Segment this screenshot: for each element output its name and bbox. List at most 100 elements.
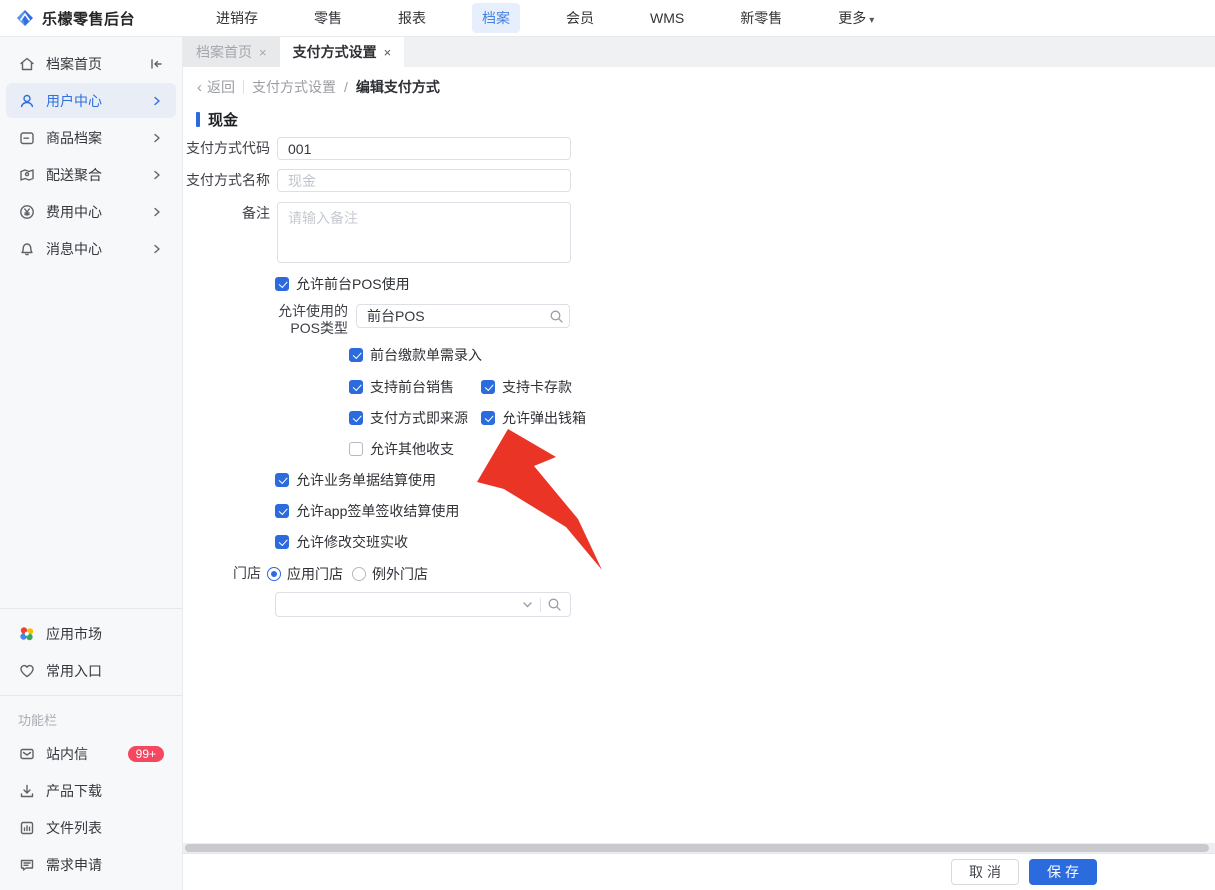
breadcrumb-separator: / (344, 79, 348, 95)
checkbox-business-settle[interactable]: 允许业务单据结算使用 (275, 471, 436, 489)
sidebar-item-expense-center[interactable]: 费用中心 (6, 194, 176, 229)
pos-type-input[interactable] (356, 304, 570, 328)
nav-item-member[interactable]: 会员 (556, 3, 604, 33)
checkbox-payment-entry[interactable]: 前台缴款单需录入 (349, 346, 482, 364)
checkbox-front-sale[interactable]: 支持前台销售 (349, 378, 454, 396)
app-title: 乐檬零售后台 (42, 10, 136, 28)
horizontal-scrollbar[interactable] (183, 843, 1215, 853)
collapse-sidebar-icon[interactable] (148, 56, 164, 72)
nav-item-report[interactable]: 报表 (388, 3, 436, 33)
sidebar-item-archive-home[interactable]: 档案首页 (6, 46, 176, 81)
checkbox-popup-cashbox[interactable]: 允许弹出钱箱 (481, 409, 586, 427)
store-label: 门店 (233, 565, 261, 581)
tab-archive-home[interactable]: 档案首页 × (183, 37, 280, 67)
sidebar-item-label: 消息中心 (46, 240, 102, 257)
checkbox-label: 允许修改交班实收 (296, 534, 408, 550)
nav-item-retail[interactable]: 零售 (304, 3, 352, 33)
sidebar-item-label: 需求申请 (46, 856, 102, 873)
nav-item-wms[interactable]: WMS (640, 5, 694, 31)
section-title: 现金 (208, 112, 239, 129)
sidebar-item-request[interactable]: 需求申请 (6, 847, 176, 882)
checkbox-icon[interactable] (481, 380, 495, 394)
radio-exception-store[interactable]: 例外门店 (352, 564, 428, 584)
sidebar-item-product-download[interactable]: 产品下载 (6, 773, 176, 808)
chevron-down-icon[interactable] (521, 598, 534, 611)
chevron-left-icon: ‹ (197, 78, 202, 96)
breadcrumb: ‹ 返回 支付方式设置 / 编辑支付方式 (197, 77, 440, 97)
page-title: 编辑支付方式 (355, 79, 440, 95)
radio-label: 例外门店 (372, 566, 428, 582)
nav-item-archive[interactable]: 档案 (472, 3, 520, 33)
request-comment-icon (20, 859, 34, 871)
topbar: 乐檬零售后台 进销存 零售 报表 档案 会员 WMS 新零售 更多 ▾ (0, 0, 1215, 37)
sidebar-item-user-center[interactable]: 用户中心 (6, 83, 176, 118)
expense-yen-icon (20, 204, 34, 219)
back-button[interactable]: ‹ 返回 (197, 77, 235, 97)
app-logo[interactable]: 乐檬零售后台 (16, 8, 184, 29)
cancel-button[interactable]: 取消 (951, 859, 1019, 885)
sidebar-item-favorites[interactable]: 常用入口 (6, 653, 176, 688)
store-select[interactable] (275, 592, 571, 617)
checkbox-other-income[interactable]: 允许其他收支 (349, 440, 454, 458)
checkbox-label: 允许app签单签收结算使用 (296, 503, 460, 519)
breadcrumb-parent[interactable]: 支付方式设置 (252, 77, 336, 97)
sidebar-item-label: 文件列表 (46, 819, 102, 836)
sidebar-item-goods-archive[interactable]: 商品档案 (6, 120, 176, 155)
payment-code-input[interactable] (277, 137, 571, 160)
app-market-icon (20, 626, 34, 640)
sidebar-item-delivery[interactable]: 配送聚合 (6, 157, 176, 192)
chevron-right-icon (150, 131, 164, 145)
top-navigation: 进销存 零售 报表 档案 会员 WMS 新零售 更多 ▾ (206, 3, 884, 33)
checkbox-icon[interactable] (349, 442, 363, 456)
checkbox-icon[interactable] (275, 504, 289, 518)
radio-icon[interactable] (352, 567, 366, 581)
sidebar-item-message-center[interactable]: 消息中心 (6, 231, 176, 266)
nav-item-more[interactable]: 更多 ▾ (828, 3, 884, 33)
code-field-label: 支付方式代码 (186, 140, 270, 156)
checkbox-icon[interactable] (349, 411, 363, 425)
sidebar-item-app-market[interactable]: 应用市场 (6, 616, 176, 651)
chevron-right-icon (150, 94, 164, 108)
checkbox-app-sign-settle[interactable]: 允许app签单签收结算使用 (275, 502, 459, 520)
tab-payment-settings[interactable]: 支付方式设置 × (279, 37, 405, 67)
sidebar-item-inbox[interactable]: 站内信 99+ (6, 736, 176, 771)
radio-icon[interactable] (267, 567, 281, 581)
section-accent-bar (196, 112, 200, 127)
checkbox-icon[interactable] (349, 380, 363, 394)
scrollbar-thumb[interactable] (185, 844, 1209, 852)
footer-actions: 取消 保存 (183, 853, 1215, 890)
close-icon[interactable]: × (384, 45, 392, 60)
checkbox-payment-source[interactable]: 支付方式即来源 (349, 409, 468, 427)
checkbox-label: 允许业务单据结算使用 (296, 472, 436, 488)
sidebar-item-file-list[interactable]: 文件列表 (6, 810, 176, 845)
checkbox-modify-shift[interactable]: 允许修改交班实收 (275, 533, 408, 551)
nav-item-new-retail[interactable]: 新零售 (730, 3, 792, 33)
nav-item-purchase[interactable]: 进销存 (206, 3, 268, 33)
payment-name-input[interactable] (277, 169, 571, 192)
save-button[interactable]: 保存 (1029, 859, 1097, 885)
search-icon[interactable] (547, 597, 562, 612)
tab-label: 档案首页 (196, 44, 252, 60)
payment-edit-form: ‹ 返回 支付方式设置 / 编辑支付方式 现金 支付方式代码 支付方式名称 备注 (183, 67, 1215, 843)
checkbox-icon[interactable] (275, 277, 289, 291)
checkbox-icon[interactable] (275, 535, 289, 549)
search-icon[interactable] (549, 309, 564, 324)
close-icon[interactable]: × (259, 45, 267, 60)
chevron-right-icon (150, 205, 164, 219)
checkbox-icon[interactable] (481, 411, 495, 425)
remark-textarea[interactable] (277, 202, 571, 263)
checkbox-allow-pos-use[interactable]: 允许前台POS使用 (275, 275, 410, 293)
checkbox-label: 支持卡存款 (502, 379, 572, 395)
section-header: 现金 (196, 109, 238, 130)
heart-icon (20, 664, 34, 677)
checkbox-card-deposit[interactable]: 支持卡存款 (481, 378, 572, 396)
checkbox-icon[interactable] (349, 348, 363, 362)
checkbox-icon[interactable] (275, 473, 289, 487)
pos-type-label: 允许使用的 POS类型 (273, 303, 348, 337)
name-field-label: 支付方式名称 (186, 172, 270, 188)
checkbox-label: 前台缴款单需录入 (370, 347, 482, 363)
delivery-map-icon (20, 168, 34, 181)
radio-apply-store[interactable]: 应用门店 (267, 564, 343, 584)
file-list-icon (20, 821, 34, 834)
